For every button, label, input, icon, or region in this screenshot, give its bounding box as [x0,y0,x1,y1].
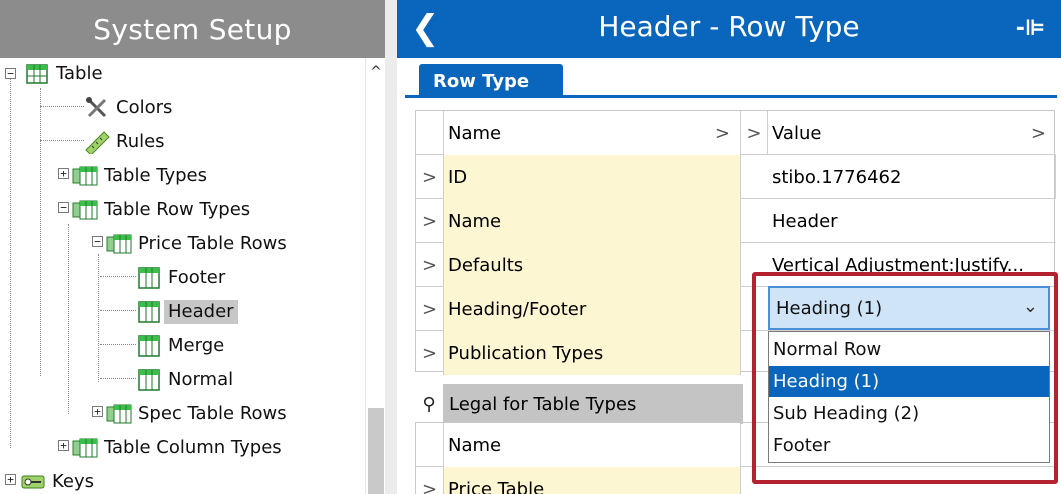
row-type-icon [136,334,162,358]
row-type-icon [136,266,162,290]
tree-scrollbar[interactable]: ^ [365,58,385,494]
tree-node-label: Table Column Types [104,437,282,458]
row-type-icon [136,368,162,392]
table-row[interactable]: > ID stibo.1776462 [416,155,1056,199]
editor-header: ❮ Header - Row Type -⊫ [397,0,1061,58]
grid-header-row: Name > > Value > [416,111,1056,155]
property-name: Publication Types [444,331,741,375]
chevron-right-icon: > [1030,122,1046,144]
tree-node-colors[interactable]: Colors [84,93,176,123]
property-name: Price Table [444,467,741,494]
expand-row-icon[interactable]: > [416,155,444,199]
property-name: Defaults [444,243,741,287]
tree-node-merge[interactable]: Merge [136,331,228,361]
tree-node-label: Normal [168,369,234,390]
group-label: Legal for Table Types [443,384,743,424]
column-header-name[interactable]: Name [444,423,741,467]
pin-marker-icon: ⚲ [422,393,436,415]
table-row[interactable]: > Name Header [416,199,1056,243]
table-folder-icon [106,232,132,256]
tree-node-table[interactable]: Table [24,59,107,89]
tree-node-label: Table Types [104,165,207,186]
chevron-right-icon[interactable]: > [741,111,768,155]
property-name: Heading/Footer [444,287,741,331]
highlight-box [752,272,1058,484]
tree-node-label: Merge [168,335,225,356]
tree-node-label: Footer [168,267,226,288]
property-name: Name [444,199,741,243]
tab-bar: Row Type [405,58,1057,98]
tree-node-table-types[interactable]: Table Types [72,161,211,191]
system-setup-panel: System Setup − + − − + + + Table Colors … [0,0,385,494]
scroll-up-icon[interactable]: ^ [366,64,386,82]
expand-row-icon[interactable]: > [416,199,444,243]
tree-node-label: Colors [116,97,173,118]
expand-spec-table-rows-toggle[interactable]: + [92,406,103,417]
table-folder-icon [72,198,98,222]
tree-view: − + − − + + + Table Colors Rules Table T… [0,58,365,494]
tree-node-normal[interactable]: Normal [136,365,237,395]
ruler-icon [84,130,110,156]
property-name: ID [444,155,741,199]
tree-node-label: Table [56,63,103,84]
tree-node-keys[interactable]: Keys [20,467,98,494]
pin-icon[interactable]: -⊫ [1016,16,1045,41]
tree-node-label: Spec Table Rows [138,403,287,424]
tree-node-label: Keys [52,471,95,492]
expand-keys-toggle[interactable]: + [5,474,16,485]
tab-row-type[interactable]: Row Type [419,64,563,98]
collapse-table-toggle[interactable]: − [5,68,16,79]
tree-node-table-column-types[interactable]: Table Column Types [72,433,286,463]
tree-node-label: Price Table Rows [138,233,287,254]
property-value[interactable]: stibo.1776462 [768,155,1056,199]
tree-node-header[interactable]: Header [136,297,238,327]
panel-divider[interactable] [385,0,397,494]
tree-node-label: Rules [116,131,165,152]
tree-node-table-row-types[interactable]: Table Row Types [72,195,254,225]
table-icon [24,62,50,86]
expand-row-icon[interactable]: > [416,467,444,494]
system-setup-title: System Setup [0,0,385,58]
expand-row-icon[interactable]: > [416,331,444,375]
chevron-right-icon: > [714,122,730,144]
row-type-icon [136,300,162,324]
tree-node-label: Table Row Types [104,199,251,220]
scrollbar-thumb[interactable] [368,408,384,494]
property-value[interactable]: Header [768,199,1056,243]
column-header-name[interactable]: Name > [444,111,741,155]
tools-icon [84,96,110,120]
tree-node-label: Header [164,300,238,324]
expand-row-icon[interactable]: > [416,243,444,287]
table-folder-icon [72,164,98,188]
editor-title: Header - Row Type [598,10,860,43]
column-header-value[interactable]: Value > [768,111,1056,155]
expand-table-types-toggle[interactable]: + [58,168,69,179]
collapse-price-table-rows-toggle[interactable]: − [92,236,103,247]
tree-node-spec-table-rows[interactable]: Spec Table Rows [106,399,291,429]
panel-title: System Setup [93,12,292,46]
expand-table-column-types-toggle[interactable]: + [58,440,69,451]
tree-node-footer[interactable]: Footer [136,263,229,293]
collapse-table-row-types-toggle[interactable]: − [58,202,69,213]
tree-node-price-table-rows[interactable]: Price Table Rows [106,229,291,259]
keys-icon [20,470,46,494]
expand-row-icon[interactable]: > [416,287,444,331]
tree-node-rules[interactable]: Rules [84,127,169,157]
table-folder-icon [106,402,132,426]
table-folder-icon [72,436,98,460]
